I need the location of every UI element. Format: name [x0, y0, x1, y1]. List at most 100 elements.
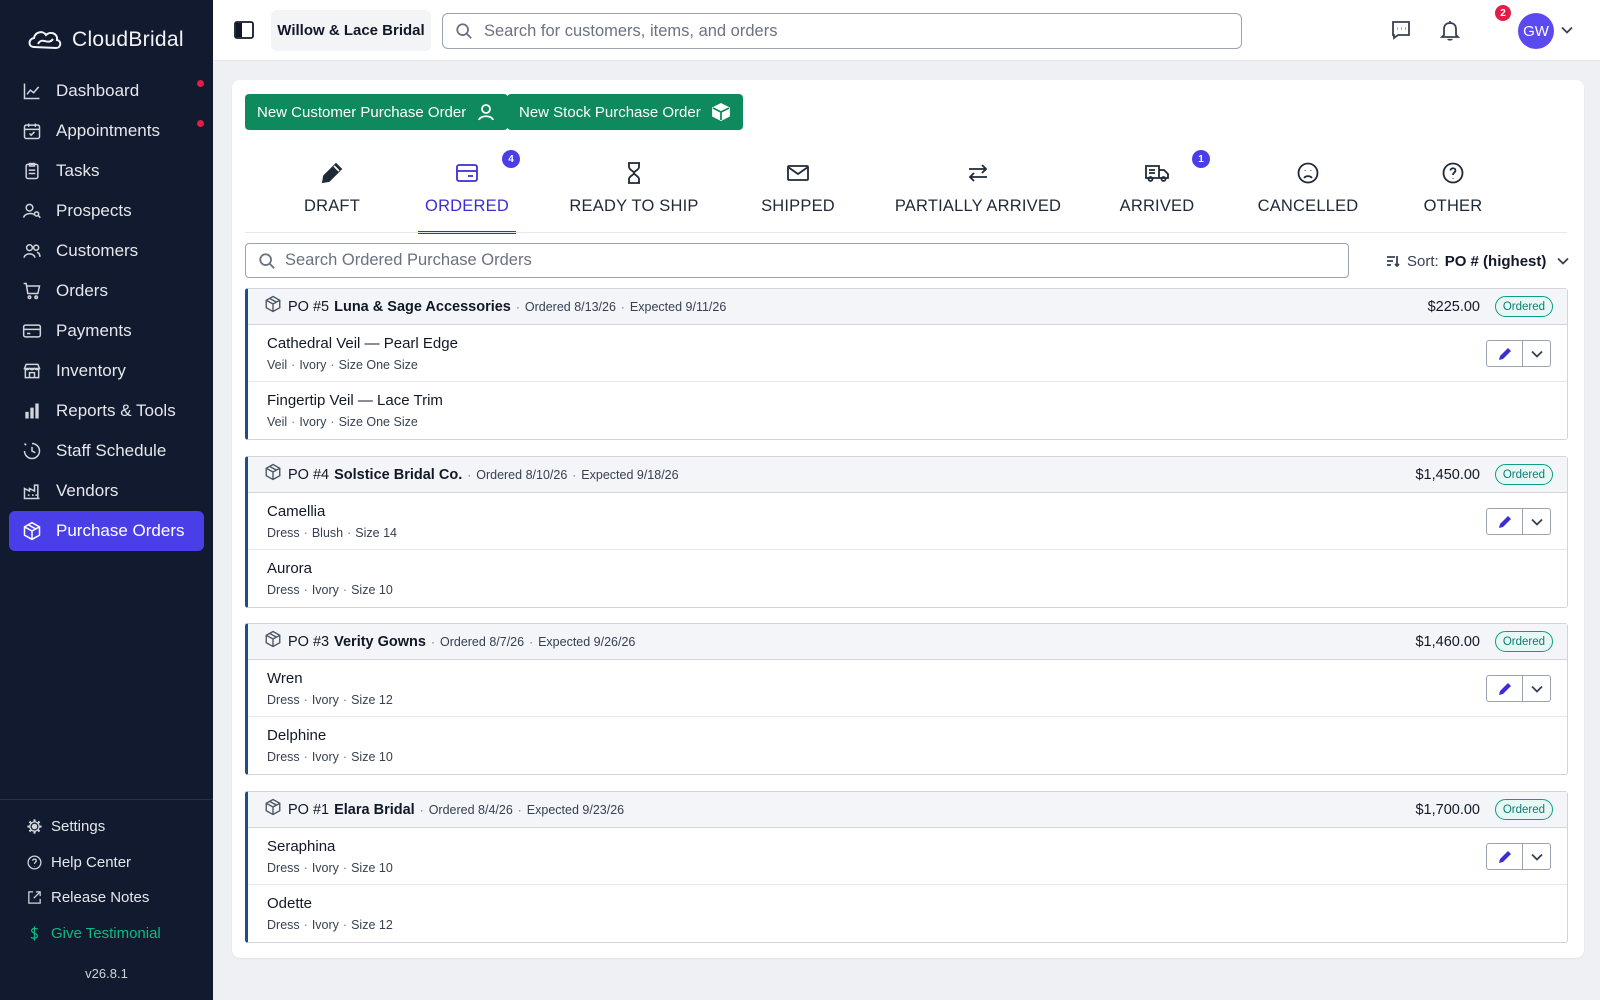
- po-total: $1,460.00: [1415, 633, 1480, 650]
- bell-icon[interactable]: [1438, 18, 1462, 42]
- separator-dot: ·: [342, 861, 348, 875]
- sidebar-item-inventory[interactable]: Inventory: [9, 351, 204, 391]
- item-type: Dress: [267, 583, 300, 597]
- edit-pencil-icon[interactable]: [1487, 509, 1523, 534]
- sidebar-item-dashboard[interactable]: Dashboard: [9, 71, 204, 111]
- sidebar-item-reports-tools[interactable]: Reports & Tools: [9, 391, 204, 431]
- tab-partially-arrived[interactable]: PARTIALLY ARRIVED: [893, 156, 1063, 228]
- po-line-item[interactable]: Camellia Dress · Blush · Size 14: [248, 493, 1567, 550]
- po-line-item[interactable]: Seraphina Dress · Ivory · Size 10: [248, 828, 1567, 885]
- cloud-logo-icon: [28, 31, 62, 50]
- notification-count-badge: 2: [1495, 5, 1511, 21]
- sidebar-item-payments[interactable]: Payments: [9, 311, 204, 351]
- tab-other[interactable]: OTHER: [1413, 156, 1493, 228]
- tab-ready-to-ship[interactable]: READY TO SHIP: [564, 156, 704, 228]
- sidebar-item-tasks[interactable]: Tasks: [9, 151, 204, 191]
- global-search-input[interactable]: [484, 21, 1224, 41]
- tab-cancelled[interactable]: CANCELLED: [1253, 156, 1363, 228]
- sidebar-link-help-center[interactable]: Help Center: [0, 845, 213, 881]
- po-search-input[interactable]: [285, 251, 1325, 270]
- item-color: Ivory: [311, 861, 339, 875]
- separator-dot: ·: [342, 583, 348, 597]
- item-size: Size One Size: [338, 358, 418, 372]
- tabs-divider: [245, 232, 1567, 233]
- sidebar-link-release-notes[interactable]: Release Notes: [0, 880, 213, 916]
- item-details: Dress · Ivory · Size 10: [267, 861, 1567, 875]
- tab-shipped[interactable]: SHIPPED: [753, 156, 843, 228]
- po-search[interactable]: [245, 243, 1349, 278]
- po-number: PO #1: [288, 801, 330, 818]
- chevron-down-icon[interactable]: [1523, 341, 1550, 366]
- sidebar-link-label: Help Center: [51, 853, 132, 871]
- sidebar-link-label: Settings: [51, 818, 106, 836]
- po-header[interactable]: PO #3 Verity Gowns · Ordered 8/7/26 · Expecte…: [248, 624, 1567, 660]
- help-icon: [24, 852, 44, 872]
- purchase-order-card: PO #5 Luna & Sage Accessories · Ordered 8/1…: [245, 288, 1568, 440]
- item-details: Dress · Ivory · Size 12: [267, 918, 1567, 932]
- new-customer-po-button[interactable]: New Customer Purchase Order: [245, 94, 509, 130]
- po-line-item[interactable]: Aurora Dress · Ivory · Size 10: [248, 550, 1567, 607]
- box-icon: [264, 798, 282, 821]
- tab-ordered[interactable]: ORDERED 4: [418, 150, 520, 234]
- chevron-down-icon[interactable]: [1523, 844, 1550, 869]
- tab-draft[interactable]: DRAFT: [287, 156, 377, 228]
- store-selector[interactable]: Willow & Lace Bridal: [271, 10, 431, 51]
- notification-dot: [197, 80, 204, 87]
- po-header[interactable]: PO #5 Luna & Sage Accessories · Ordered 8/1…: [248, 289, 1567, 325]
- tab-label: PARTIALLY ARRIVED: [894, 197, 1062, 215]
- sidebar-link-label: Give Testimonial: [51, 924, 161, 942]
- po-line-item[interactable]: Odette Dress · Ivory · Size 12: [248, 885, 1567, 942]
- chevron-down-icon[interactable]: [1523, 509, 1550, 534]
- chevron-down-icon[interactable]: [1523, 676, 1550, 701]
- messages-icon[interactable]: [1389, 18, 1413, 42]
- user-search-icon: [21, 200, 43, 222]
- sidebar-item-prospects[interactable]: Prospects: [9, 191, 204, 231]
- global-search[interactable]: [442, 13, 1242, 49]
- edit-pencil-icon[interactable]: [1487, 341, 1523, 366]
- sidebar: CloudBridal Dashboard Appointments Tasks Pr…: [0, 0, 213, 1000]
- po-line-item[interactable]: Fingertip Veil — Lace Trim Veil · Ivory · Siz…: [248, 382, 1567, 439]
- sidebar-toggle-icon[interactable]: [233, 19, 255, 41]
- sort-dropdown[interactable]: Sort: PO # (highest): [1386, 247, 1570, 275]
- edit-pencil-icon[interactable]: [1487, 676, 1523, 701]
- po-actions: [1486, 508, 1551, 535]
- sidebar-item-purchase-orders[interactable]: Purchase Orders: [9, 511, 204, 551]
- tab-arrived[interactable]: ARRIVED 1: [1112, 150, 1210, 228]
- sidebar-item-customers[interactable]: Customers: [9, 231, 204, 271]
- edit-pencil-icon[interactable]: [1487, 844, 1523, 869]
- item-size: Size 12: [351, 693, 393, 707]
- po-header[interactable]: PO #1 Elara Bridal · Ordered 8/4/26 · Expecte…: [248, 792, 1567, 828]
- po-line-item[interactable]: Delphine Dress · Ivory · Size 10: [248, 717, 1567, 774]
- item-name: Seraphina: [267, 838, 336, 855]
- chevron-down-icon[interactable]: [1560, 23, 1574, 37]
- po-header[interactable]: PO #4 Solstice Bridal Co. · Ordered 8/10/26…: [248, 457, 1567, 493]
- separator-dot: ·: [430, 634, 435, 649]
- tab-label: ARRIVED: [1119, 197, 1195, 215]
- po-line-item[interactable]: Wren Dress · Ivory · Size 12: [248, 660, 1567, 717]
- hourglass-icon: [622, 160, 646, 186]
- purchase-orders-panel: New Customer Purchase Order New Stock Pu…: [232, 80, 1584, 958]
- sidebar-item-label: Inventory: [56, 361, 126, 380]
- avatar[interactable]: GW: [1518, 13, 1554, 49]
- po-line-item[interactable]: Cathedral Veil — Pearl Edge Veil · Ivory · Si…: [248, 325, 1567, 382]
- sidebar-item-label: Customers: [56, 241, 139, 260]
- sidebar-item-staff-schedule[interactable]: Staff Schedule: [9, 431, 204, 471]
- item-details: Dress · Ivory · Size 10: [267, 750, 1567, 764]
- item-name: Aurora: [267, 560, 313, 577]
- tab-label: OTHER: [1423, 197, 1483, 215]
- po-actions: [1486, 675, 1551, 702]
- sidebar-link-give-testimonial[interactable]: Give Testimonial: [0, 916, 213, 952]
- new-stock-po-button[interactable]: New Stock Purchase Order: [507, 94, 743, 130]
- tab-label: READY TO SHIP: [569, 197, 699, 215]
- sidebar-item-appointments[interactable]: Appointments: [9, 111, 204, 151]
- separator-dot: ·: [342, 750, 348, 764]
- sidebar-link-settings[interactable]: Settings: [0, 809, 213, 845]
- po-number: PO #5: [288, 298, 330, 315]
- item-size: Size 10: [351, 750, 393, 764]
- sidebar-item-vendors[interactable]: Vendors: [9, 471, 204, 511]
- brand-logo[interactable]: CloudBridal: [0, 0, 213, 62]
- item-details: Dress · Ivory · Size 10: [267, 583, 1567, 597]
- sidebar-item-orders[interactable]: Orders: [9, 271, 204, 311]
- top-bar: Willow & Lace Bridal 2 GW: [213, 0, 1600, 61]
- separator-dot: ·: [419, 802, 424, 817]
